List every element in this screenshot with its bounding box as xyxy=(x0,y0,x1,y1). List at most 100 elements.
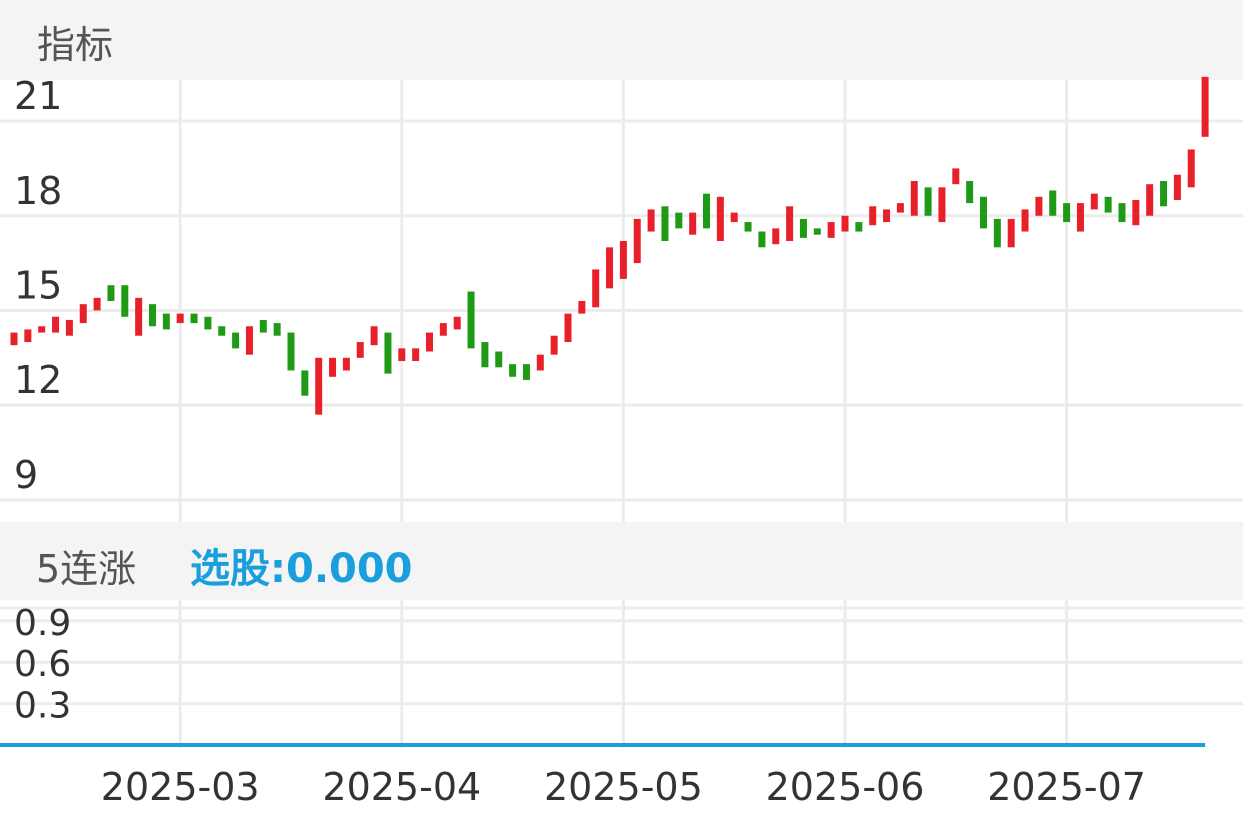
candle xyxy=(869,206,877,226)
candle xyxy=(509,364,517,377)
candle xyxy=(370,326,378,346)
candle xyxy=(703,193,710,229)
candle xyxy=(329,357,337,377)
y-tick-label: 12 xyxy=(14,358,62,402)
candle xyxy=(467,291,475,349)
candle xyxy=(1076,203,1084,232)
grid-lines xyxy=(0,80,1243,748)
x-tick-label: 2025-03 xyxy=(101,765,260,809)
candle xyxy=(689,212,697,235)
y-tick-label: 15 xyxy=(14,263,62,307)
candle xyxy=(578,301,586,314)
sub-y-tick-label: 0.9 xyxy=(14,603,71,644)
indicator-axis-labels: 0.90.60.3 xyxy=(14,603,71,727)
candle xyxy=(1090,193,1098,210)
candle xyxy=(1049,190,1057,216)
candle xyxy=(79,304,87,324)
candle xyxy=(176,313,184,324)
candle xyxy=(1035,196,1043,216)
candle xyxy=(896,203,904,213)
candle xyxy=(301,370,309,396)
candle xyxy=(342,357,350,371)
candle xyxy=(204,316,212,330)
x-tick-label: 2025-05 xyxy=(544,765,703,809)
candle xyxy=(398,348,406,361)
candle xyxy=(799,218,807,238)
candle xyxy=(522,364,530,380)
x-tick-label: 2025-04 xyxy=(322,765,481,809)
sub-y-tick-label: 0.6 xyxy=(14,644,71,685)
price-axis-labels: 21 18 15 12 9 xyxy=(14,74,62,497)
candle xyxy=(10,332,18,346)
candle xyxy=(1160,181,1168,207)
candle xyxy=(938,187,946,223)
candle xyxy=(232,332,240,349)
candle xyxy=(412,348,420,361)
candle xyxy=(675,212,683,229)
candle xyxy=(121,285,129,317)
candle xyxy=(564,313,572,343)
candle xyxy=(758,231,766,248)
candle xyxy=(910,181,918,216)
candle xyxy=(1104,196,1112,213)
x-tick-label: 2025-07 xyxy=(987,765,1146,809)
candle xyxy=(315,357,323,415)
candle xyxy=(38,326,46,333)
candle xyxy=(65,319,73,336)
candle xyxy=(1187,149,1195,188)
candle xyxy=(993,218,1001,248)
candle xyxy=(453,316,461,330)
candle xyxy=(287,332,295,371)
candle xyxy=(426,332,433,352)
candle xyxy=(1021,209,1029,232)
candle xyxy=(980,196,987,229)
candle xyxy=(384,332,392,374)
candle xyxy=(162,313,170,330)
candle xyxy=(592,269,600,308)
candle xyxy=(93,297,101,311)
candle xyxy=(633,218,641,264)
y-tick-label: 21 xyxy=(14,74,62,118)
candle xyxy=(1146,184,1154,216)
candle xyxy=(924,187,932,216)
candle xyxy=(356,342,364,358)
x-tick-label: 2025-06 xyxy=(766,765,925,809)
candle xyxy=(273,323,281,336)
candle xyxy=(24,329,32,343)
candle xyxy=(744,222,752,232)
candle xyxy=(1173,174,1181,200)
candle xyxy=(190,313,198,324)
candle xyxy=(481,342,489,368)
candle xyxy=(439,323,447,336)
candle xyxy=(1118,203,1126,223)
date-axis-labels: 2025-03 2025-04 2025-05 2025-06 2025-07 xyxy=(101,765,1146,809)
candle xyxy=(647,209,655,232)
candle xyxy=(1007,218,1015,248)
candle xyxy=(855,222,863,232)
candle xyxy=(619,241,627,279)
candle xyxy=(883,209,891,223)
candle xyxy=(1201,76,1209,137)
candle xyxy=(772,228,780,245)
candle xyxy=(1063,203,1071,223)
candle xyxy=(661,206,669,242)
y-tick-label: 18 xyxy=(14,169,62,213)
kline-chart[interactable]: 211815129 0.90.60.3 2025-03 2025-04 2025-0… xyxy=(0,0,1243,826)
candle xyxy=(259,319,267,333)
y-tick-label: 9 xyxy=(14,453,38,497)
candle xyxy=(52,316,60,333)
indicator-value: 选股:0.000 xyxy=(190,546,413,592)
candle xyxy=(550,335,558,355)
candle xyxy=(952,168,960,185)
candle xyxy=(218,326,226,336)
candle xyxy=(966,181,974,204)
indicator-subheader[interactable] xyxy=(0,522,1243,600)
candle xyxy=(827,222,835,238)
candle xyxy=(149,304,156,327)
candle xyxy=(1132,199,1140,226)
indicator-name[interactable]: 5连涨 xyxy=(36,538,136,593)
candle xyxy=(135,297,143,336)
candle xyxy=(606,247,614,289)
candle xyxy=(245,326,253,355)
candle xyxy=(536,354,544,371)
